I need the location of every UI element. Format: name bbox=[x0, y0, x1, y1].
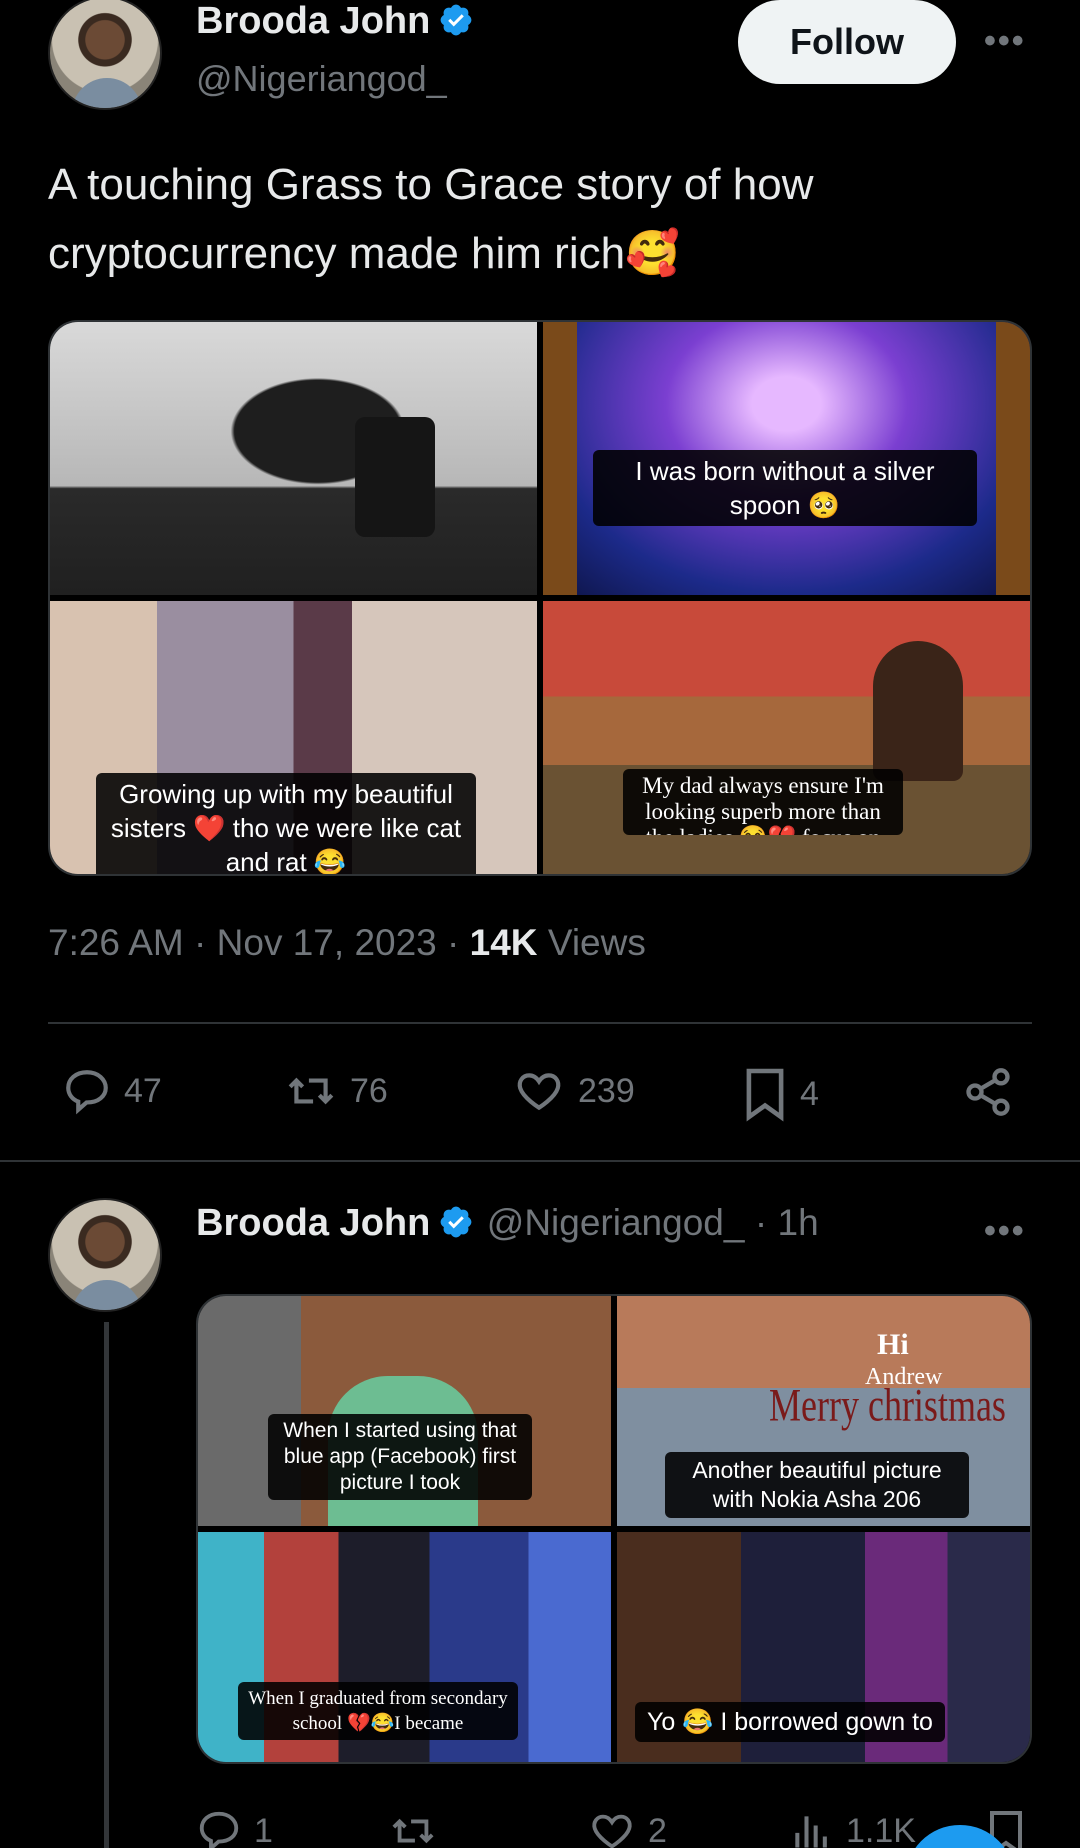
bookmark-button[interactable]: 4 bbox=[742, 1066, 819, 1122]
more-icon[interactable]: ••• bbox=[984, 22, 1026, 61]
reply-author-name[interactable]: Brooda John bbox=[196, 1202, 430, 1244]
tweet-text: A touching Grass to Grace story of how c… bbox=[48, 160, 814, 278]
reply-media-photo-4[interactable]: Yo 😂 I borrowed gown to bbox=[617, 1532, 1030, 1762]
meta-divider bbox=[48, 1022, 1032, 1024]
follow-button[interactable]: Follow bbox=[738, 0, 956, 84]
tweet-meta: 7:26 AM · Nov 17, 2023 · 14K Views bbox=[48, 922, 646, 964]
reply-views-button[interactable]: 1.1K bbox=[790, 1808, 916, 1848]
reply-reply-count: 1 bbox=[254, 1811, 273, 1848]
media-photo-3[interactable]: Growing up with my beautiful sisters ❤️ … bbox=[50, 601, 537, 874]
author-avatar[interactable] bbox=[48, 0, 162, 110]
tweet-time[interactable]: 7:26 AM bbox=[48, 922, 184, 963]
reply-media-caption-2: Another beautiful picture with Nokia Ash… bbox=[665, 1452, 969, 1518]
verified-badge-icon bbox=[440, 4, 472, 36]
reply-media-caption-4: Yo 😂 I borrowed gown to bbox=[635, 1702, 945, 1742]
media-photo-4[interactable]: My dad always ensure I'm looking superb … bbox=[543, 601, 1030, 874]
like-button[interactable]: 239 bbox=[512, 1066, 635, 1116]
reply-media-photo-2[interactable]: Hi Andrew Merry christmas Another beauti… bbox=[617, 1296, 1030, 1526]
reply-icon bbox=[199, 1811, 239, 1848]
meta-separator-1: · bbox=[194, 922, 207, 963]
reply-icon bbox=[66, 1070, 108, 1115]
meta-separator-2: · bbox=[447, 922, 460, 963]
reply-like-button[interactable]: 2 bbox=[588, 1808, 667, 1848]
reply-more-icon[interactable]: ••• bbox=[984, 1212, 1026, 1251]
views-icon bbox=[795, 1816, 827, 1848]
reply-button[interactable]: 47 bbox=[62, 1066, 162, 1116]
bookmark-count: 4 bbox=[800, 1074, 819, 1113]
media-caption-2: I was born without a silver spoon 🥺 bbox=[593, 450, 977, 526]
reply-author-avatar[interactable] bbox=[48, 1198, 162, 1312]
reply-media-grid[interactable]: When I started using that blue app (Face… bbox=[196, 1294, 1032, 1764]
reply-count: 47 bbox=[124, 1071, 162, 1110]
like-count: 239 bbox=[578, 1071, 635, 1110]
reply-media-caption-1: When I started using that blue app (Face… bbox=[268, 1414, 532, 1500]
thread-line bbox=[104, 1322, 109, 1848]
reply-views-count: 1.1K bbox=[846, 1811, 916, 1848]
reply-like-count: 2 bbox=[648, 1811, 667, 1848]
reply-author-handle[interactable]: @Nigeriangod_ bbox=[487, 1202, 745, 1243]
views-label: Views bbox=[547, 922, 646, 963]
verified-badge-icon bbox=[440, 1206, 472, 1238]
views-count: 14K bbox=[469, 922, 538, 963]
media-photo-2[interactable]: I was born without a silver spoon 🥺 bbox=[543, 322, 1030, 595]
tweet-divider bbox=[0, 1160, 1080, 1162]
share-button[interactable] bbox=[962, 1066, 1026, 1118]
reply-reply-button[interactable]: 1 bbox=[196, 1808, 273, 1848]
media-caption-3: Growing up with my beautiful sisters ❤️ … bbox=[96, 773, 476, 874]
tweet-date[interactable]: Nov 17, 2023 bbox=[217, 922, 437, 963]
overlay-merry-christmas: Merry christmas bbox=[769, 1379, 1006, 1431]
repost-icon bbox=[392, 1818, 434, 1844]
author-name[interactable]: Brooda John bbox=[196, 0, 474, 43]
tweet-media-grid[interactable]: I was born without a silver spoon 🥺 Grow… bbox=[48, 320, 1032, 876]
reply-repost-button[interactable] bbox=[388, 1808, 450, 1848]
repost-count: 76 bbox=[350, 1071, 388, 1110]
repost-button[interactable]: 76 bbox=[284, 1066, 388, 1116]
media-caption-4: My dad always ensure I'm looking superb … bbox=[623, 769, 903, 835]
reply-media-caption-3: When I graduated from secondary school 💔… bbox=[238, 1682, 518, 1740]
overlay-hi: Hi bbox=[877, 1328, 909, 1361]
like-icon bbox=[517, 1073, 561, 1111]
repost-icon bbox=[288, 1077, 334, 1105]
share-icon bbox=[966, 1068, 1010, 1116]
like-icon bbox=[592, 1814, 632, 1848]
author-name-text[interactable]: Brooda John bbox=[196, 0, 430, 42]
reply-header: Brooda John @Nigeriangod_ · 1h bbox=[196, 1202, 819, 1245]
media-photo-1[interactable] bbox=[50, 322, 537, 595]
bookmark-icon bbox=[746, 1068, 784, 1122]
author-handle[interactable]: @Nigeriangod_ bbox=[196, 58, 447, 100]
reply-media-photo-1[interactable]: When I started using that blue app (Face… bbox=[198, 1296, 611, 1526]
reply-time-ago[interactable]: · 1h bbox=[755, 1202, 819, 1243]
reply-media-photo-3[interactable]: When I graduated from secondary school 💔… bbox=[198, 1532, 611, 1762]
